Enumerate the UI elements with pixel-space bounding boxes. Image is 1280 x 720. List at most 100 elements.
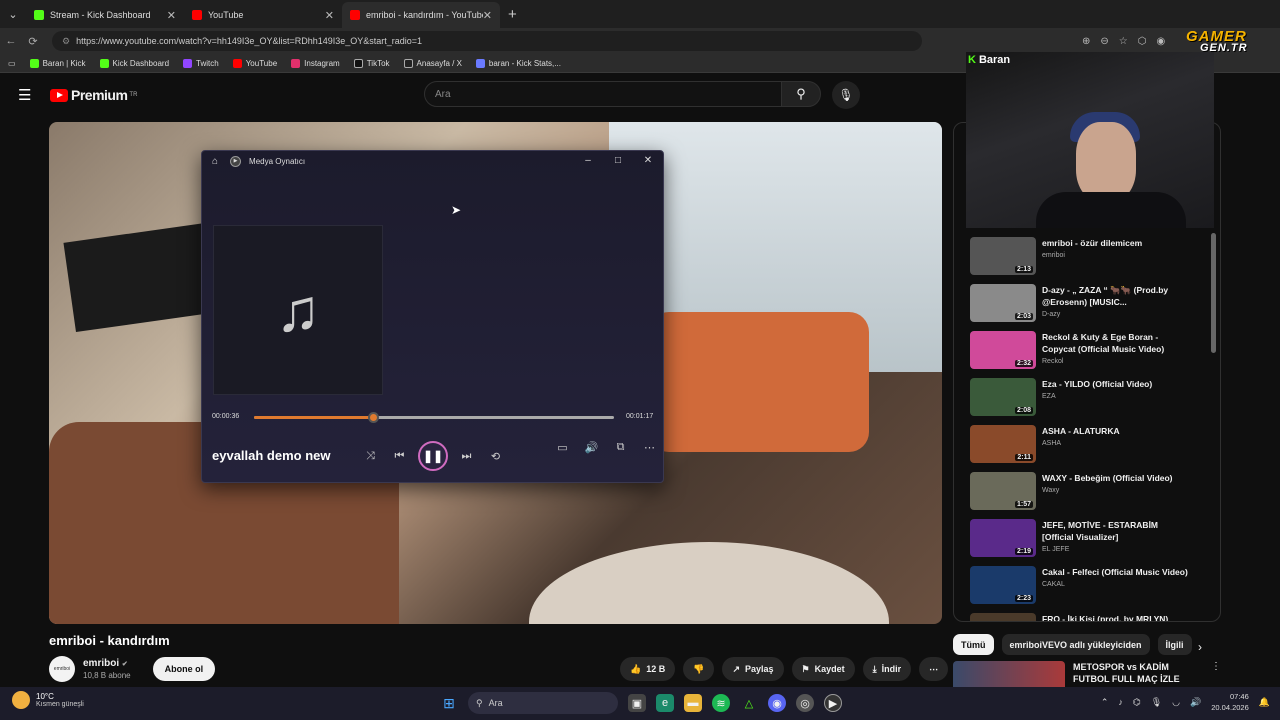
playlist-item[interactable]: 2:32 Reckol & Kuty & Ege Boran - Copycat … xyxy=(970,331,1220,375)
seek-bar-handle[interactable] xyxy=(367,412,379,423)
tab-kick-dashboard[interactable]: Stream - Kick Dashboard ✕ xyxy=(26,2,184,28)
more-icon[interactable]: ⋯ xyxy=(635,441,664,454)
close-icon[interactable]: ✕ xyxy=(483,9,492,22)
volume-icon[interactable]: 🔊 xyxy=(577,441,606,454)
media-player-icon[interactable]: ▶ xyxy=(824,694,842,712)
pause-button[interactable]: ❚❚ xyxy=(418,441,448,471)
youtube-logo[interactable]: Premium TR xyxy=(50,87,137,103)
download-button[interactable]: ⤓ İndir xyxy=(862,657,912,681)
notification-icon[interactable]: 🔔 xyxy=(1259,697,1270,708)
playlist-item[interactable]: 2:19 JEFE, MOTİVE - ESTARABİM [Official V… xyxy=(970,519,1220,563)
bookmark-kick-dashboard[interactable]: Kick Dashboard xyxy=(99,58,169,68)
task-view-icon[interactable]: ▣ xyxy=(628,694,646,712)
taskbar-apps: ⊞ ⚲ Ara ▣ e ▬ ≋ △ ◉ ◎ ▶ xyxy=(440,692,842,714)
bookmark-star-icon[interactable]: ☆ xyxy=(1119,36,1128,47)
recommended-video[interactable]: METOSPOR vs KADİM FUTBOL FULL MAÇ İZLE ⋮ xyxy=(953,661,1221,687)
repeat-off-icon[interactable]: ⟲ xyxy=(481,450,510,463)
close-icon[interactable]: ✕ xyxy=(325,9,334,22)
video-title: emriboi - kandırdım xyxy=(49,633,170,648)
chip-related[interactable]: İlgili xyxy=(1157,634,1192,655)
clock[interactable]: 07:46 20.04.2026 xyxy=(1211,691,1249,713)
tab-youtube[interactable]: YouTube ✕ xyxy=(184,2,342,28)
seek-bar[interactable] xyxy=(254,412,614,423)
app-icon[interactable]: △ xyxy=(740,694,758,712)
bookmark-tiktok[interactable]: TikTok xyxy=(353,58,390,68)
apps-icon[interactable]: ▭ xyxy=(8,59,16,68)
more-actions-button[interactable]: ⋯ xyxy=(919,657,949,681)
playlist-item[interactable]: FRO - İki Kişi (prod. by MRLYN)FRO xyxy=(970,613,1220,621)
wifi-icon[interactable]: ◡ xyxy=(1172,697,1180,708)
back-icon[interactable]: ← xyxy=(0,35,22,47)
chrome-icon[interactable]: ◎ xyxy=(796,694,814,712)
bookmark-baran-kick[interactable]: Baran | Kick xyxy=(29,58,86,68)
previous-icon[interactable]: ⏮ xyxy=(385,450,414,463)
tab-list-button[interactable]: ⌄ xyxy=(0,0,26,28)
microphone-icon[interactable]: 🎙 xyxy=(832,81,860,109)
bookmark-twitch[interactable]: Twitch xyxy=(183,58,219,68)
playlist-item[interactable]: 2:08 Eza - YILDO (Official Video) EZA xyxy=(970,378,1220,422)
volume-icon[interactable]: 🔊 xyxy=(1190,697,1201,708)
subtitles-icon[interactable]: ▭ xyxy=(548,441,577,454)
playlist-item[interactable]: 2:13 emriboi - özür dilemicem emriboi xyxy=(970,237,1220,281)
spotify-icon[interactable]: ≋ xyxy=(712,694,730,712)
bookmark-x[interactable]: Anasayfa / X xyxy=(403,58,462,68)
subscribe-button[interactable]: Abone ol xyxy=(152,657,216,681)
temperature: 10°C xyxy=(36,692,54,701)
close-icon[interactable]: ✕ xyxy=(167,9,176,22)
channel-avatar[interactable]: emriboi xyxy=(49,656,75,682)
discord-icon[interactable]: ◉ xyxy=(768,694,786,712)
recommended-title: METOSPOR vs KADİM FUTBOL FULL MAÇ İZLE xyxy=(1073,662,1180,684)
save-button[interactable]: ⚑ Kaydet xyxy=(791,657,855,681)
microphone-icon[interactable]: 🎙 xyxy=(1151,697,1162,708)
media-player-window[interactable]: ⌂ ▶ Medya Oynatıcı – □ ✕ ➤ ♫ 00:00:36 00… xyxy=(201,150,664,483)
profile-icon[interactable]: ◉ xyxy=(1156,36,1165,47)
file-explorer-icon[interactable]: ▬ xyxy=(684,694,702,712)
windows-start-icon[interactable]: ⊞ xyxy=(440,694,458,712)
url-field[interactable]: ⚙ https://www.youtube.com/watch?v=hh149I… xyxy=(52,31,922,51)
menu-icon[interactable]: ☰ xyxy=(18,86,38,104)
new-tab-button[interactable]: + xyxy=(508,6,517,23)
bookmark-kick-stats[interactable]: baran - Kick Stats,... xyxy=(475,58,561,68)
search-icon[interactable]: ⚲ xyxy=(781,81,821,107)
close-icon[interactable]: ✕ xyxy=(633,151,663,171)
playlist-item-channel: Waxy xyxy=(1042,487,1060,494)
bookmark-youtube[interactable]: YouTube xyxy=(232,58,277,68)
mini-player-icon[interactable]: ⧉ xyxy=(606,441,635,454)
next-icon[interactable]: ⏭ xyxy=(452,450,481,463)
share-button[interactable]: ↗ Paylaş xyxy=(722,657,784,681)
search-input[interactable]: Ara xyxy=(424,81,782,107)
home-icon[interactable]: ⌂ xyxy=(212,156,218,167)
chevron-up-icon[interactable]: ⌃ xyxy=(1101,697,1109,708)
zoom-icon[interactable]: ⊖ xyxy=(1100,36,1108,47)
bookmark-instagram[interactable]: Instagram xyxy=(291,58,340,68)
weather-widget[interactable]: 10°C Kısmen güneşli xyxy=(12,691,84,709)
playlist-item[interactable]: 1:57 WAXY - Bebeğim (Official Video) Waxy xyxy=(970,472,1220,516)
playlist-item[interactable]: 2:11 ASHA - ALATURKA ASHA xyxy=(970,425,1220,469)
thumbs-up-icon: 👍 xyxy=(630,663,642,674)
shuffle-icon[interactable]: ⤨ xyxy=(356,450,385,463)
reload-icon[interactable]: ⟳ xyxy=(22,35,44,48)
chevron-right-icon[interactable]: › xyxy=(1198,640,1202,654)
site-info-icon[interactable]: ⚙ xyxy=(62,36,70,47)
tab-emriboi[interactable]: emriboi - kandırdım - YouTube ✕ xyxy=(342,2,500,28)
minimize-icon[interactable]: – xyxy=(573,151,603,171)
windows-taskbar: 10°C Kısmen güneşli ⊞ ⚲ Ara ▣ e ▬ ≋ △ ◉ ◎… xyxy=(0,687,1280,720)
thumbs-down-icon: 👎 xyxy=(693,663,705,674)
taskbar-search[interactable]: ⚲ Ara xyxy=(468,692,618,714)
like-button[interactable]: 👍 12 B xyxy=(620,657,676,681)
network-icon[interactable]: ⌬ xyxy=(1133,697,1141,708)
edge-icon[interactable]: e xyxy=(656,694,674,712)
chip-all[interactable]: Tümü xyxy=(953,634,994,655)
playlist-item[interactable]: 2:03 D-azy - „ ZAZA “ 🐂🐂 (Prod.by @Erosen… xyxy=(970,284,1220,328)
audio-icon[interactable]: ♪ xyxy=(1118,697,1123,707)
dislike-button[interactable]: 👎 xyxy=(683,657,715,681)
playlist-item[interactable]: 2:23 Cakal - Felfeci (Official Music Vide… xyxy=(970,566,1220,610)
playlist-item-info: ASHA - ALATURKA ASHA xyxy=(1042,425,1192,469)
extensions-icon[interactable]: ⬡ xyxy=(1138,36,1147,47)
search-placeholder: Ara xyxy=(435,88,451,100)
more-icon[interactable]: ⋮ xyxy=(1211,661,1221,687)
maximize-icon[interactable]: □ xyxy=(603,151,633,171)
translate-icon[interactable]: ⊕ xyxy=(1082,36,1090,47)
chip-uploader[interactable]: emriboiVEVO adlı yükleyiciden xyxy=(1001,634,1150,655)
channel-name[interactable]: emriboi ✔ xyxy=(83,658,131,669)
